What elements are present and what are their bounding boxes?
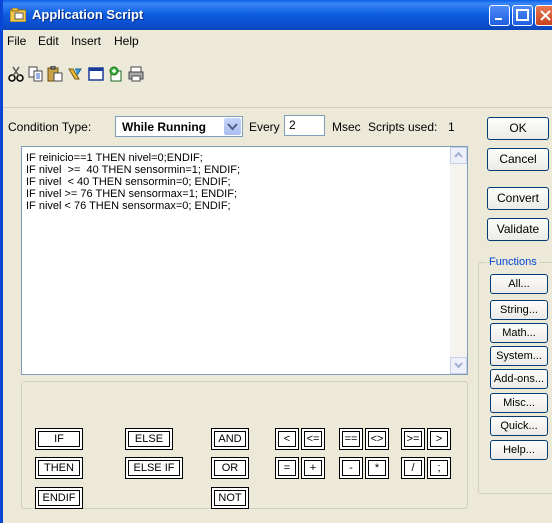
string-functions-button[interactable]: String...: [490, 300, 548, 320]
op-div-button[interactable]: /: [401, 457, 425, 479]
op-ne-button[interactable]: <>: [365, 428, 389, 450]
script-editor[interactable]: IF reinicio==1 THEN nivel=0;ENDIF; IF ni…: [21, 146, 468, 375]
op-elseif-button[interactable]: ELSE IF: [125, 457, 183, 479]
condition-type-value: While Running: [122, 120, 206, 134]
op-not-button[interactable]: NOT: [211, 487, 249, 509]
condition-type-label: Condition Type:: [8, 120, 92, 134]
script-line: IF nivel < 76 THEN sensormax=0; ENDIF;: [26, 200, 231, 212]
script-line: IF nivel >= 76 THEN sensormax=1; ENDIF;: [26, 188, 238, 200]
application-script-window: Application Script File Edit Insert Help: [0, 0, 552, 523]
chevron-down-icon: [454, 362, 463, 369]
close-button[interactable]: [535, 5, 552, 26]
op-lt-label: <: [278, 431, 296, 447]
op-if-button[interactable]: IF: [35, 428, 83, 450]
op-endif-label: ENDIF: [38, 490, 80, 506]
op-eq-button[interactable]: ==: [339, 428, 363, 450]
op-ge-button[interactable]: >=: [401, 428, 425, 450]
maximize-button[interactable]: [512, 5, 533, 26]
window-icon[interactable]: [88, 66, 104, 82]
script-line: IF reinicio==1 THEN nivel=0;ENDIF;: [26, 152, 203, 164]
op-mult-label: *: [368, 460, 386, 476]
menu-insert[interactable]: Insert: [71, 34, 101, 48]
functions-legend: Functions: [487, 256, 539, 268]
op-ge-label: >=: [404, 431, 422, 447]
op-then-button[interactable]: THEN: [35, 457, 83, 479]
op-else-button[interactable]: ELSE: [125, 428, 173, 450]
op-assign-button[interactable]: =: [275, 457, 299, 479]
op-plus-label: +: [304, 460, 322, 476]
vertical-scrollbar[interactable]: [450, 147, 467, 374]
quick-functions-button[interactable]: Quick...: [490, 416, 548, 436]
maximize-icon: [516, 9, 529, 21]
add-icon[interactable]: [108, 66, 124, 82]
op-then-label: THEN: [38, 460, 80, 476]
op-elseif-label: ELSE IF: [128, 460, 180, 476]
op-ne-label: <>: [368, 431, 386, 447]
script-line: IF nivel < 40 THEN sensormin=0; ENDIF;: [26, 176, 231, 188]
every-label: Every: [249, 120, 280, 134]
menu-help[interactable]: Help: [114, 34, 139, 48]
op-eq-label: ==: [342, 431, 360, 447]
chevron-up-icon: [454, 151, 463, 158]
op-semicolon-label: ;: [430, 460, 448, 476]
minimize-icon: [495, 18, 502, 20]
op-gt-label: >: [430, 431, 448, 447]
menu-bar: File Edit Insert Help: [3, 30, 552, 52]
help-functions-button[interactable]: Help...: [490, 440, 548, 460]
validate-button[interactable]: Validate: [487, 218, 549, 241]
msec-label: Msec: [332, 120, 361, 134]
convert-button[interactable]: Convert: [487, 187, 549, 210]
condition-type-select[interactable]: While Running: [115, 116, 243, 137]
addons-functions-button[interactable]: Add-ons...: [490, 369, 548, 389]
cancel-button[interactable]: Cancel: [487, 148, 549, 171]
scripts-used-label: Scripts used:: [368, 120, 438, 134]
op-div-label: /: [404, 460, 422, 476]
toolbar: [3, 52, 552, 108]
cut-icon[interactable]: [8, 66, 24, 82]
op-mult-button[interactable]: *: [365, 457, 389, 479]
op-and-label: AND: [214, 431, 246, 447]
minimize-button[interactable]: [489, 5, 510, 26]
op-semicolon-button[interactable]: ;: [427, 457, 451, 479]
close-icon: [540, 10, 551, 21]
menu-file[interactable]: File: [7, 34, 26, 48]
op-else-label: ELSE: [128, 431, 170, 447]
chevron-down-icon[interactable]: [224, 118, 241, 135]
scroll-up-button[interactable]: [450, 147, 467, 164]
copy-icon[interactable]: [28, 66, 44, 82]
op-minus-label: -: [342, 460, 360, 476]
every-input[interactable]: 2: [284, 115, 325, 136]
all-functions-button[interactable]: All...: [490, 274, 548, 294]
paste-icon[interactable]: [47, 66, 63, 82]
app-icon: [10, 8, 26, 22]
script-line: IF nivel >= 40 THEN sensormin=1; ENDIF;: [26, 164, 241, 176]
op-le-button[interactable]: <=: [301, 428, 325, 450]
title-bar[interactable]: Application Script: [3, 0, 552, 30]
pick-icon[interactable]: [67, 66, 83, 82]
scroll-down-button[interactable]: [450, 357, 467, 374]
menu-edit[interactable]: Edit: [38, 34, 59, 48]
op-or-label: OR: [214, 460, 246, 476]
op-assign-label: =: [278, 460, 296, 476]
op-if-label: IF: [38, 431, 80, 447]
ok-button[interactable]: OK: [487, 117, 549, 140]
op-not-label: NOT: [214, 490, 246, 506]
print-icon[interactable]: [128, 66, 144, 82]
op-minus-button[interactable]: -: [339, 457, 363, 479]
math-functions-button[interactable]: Math...: [490, 323, 548, 343]
op-or-button[interactable]: OR: [211, 457, 249, 479]
window-title: Application Script: [32, 7, 144, 22]
misc-functions-button[interactable]: Misc...: [490, 393, 548, 413]
op-and-button[interactable]: AND: [211, 428, 249, 450]
op-plus-button[interactable]: +: [301, 457, 325, 479]
op-le-label: <=: [304, 431, 322, 447]
scripts-used-count: 1: [448, 120, 455, 134]
op-lt-button[interactable]: <: [275, 428, 299, 450]
op-endif-button[interactable]: ENDIF: [35, 487, 83, 509]
system-functions-button[interactable]: System...: [490, 346, 548, 366]
op-gt-button[interactable]: >: [427, 428, 451, 450]
